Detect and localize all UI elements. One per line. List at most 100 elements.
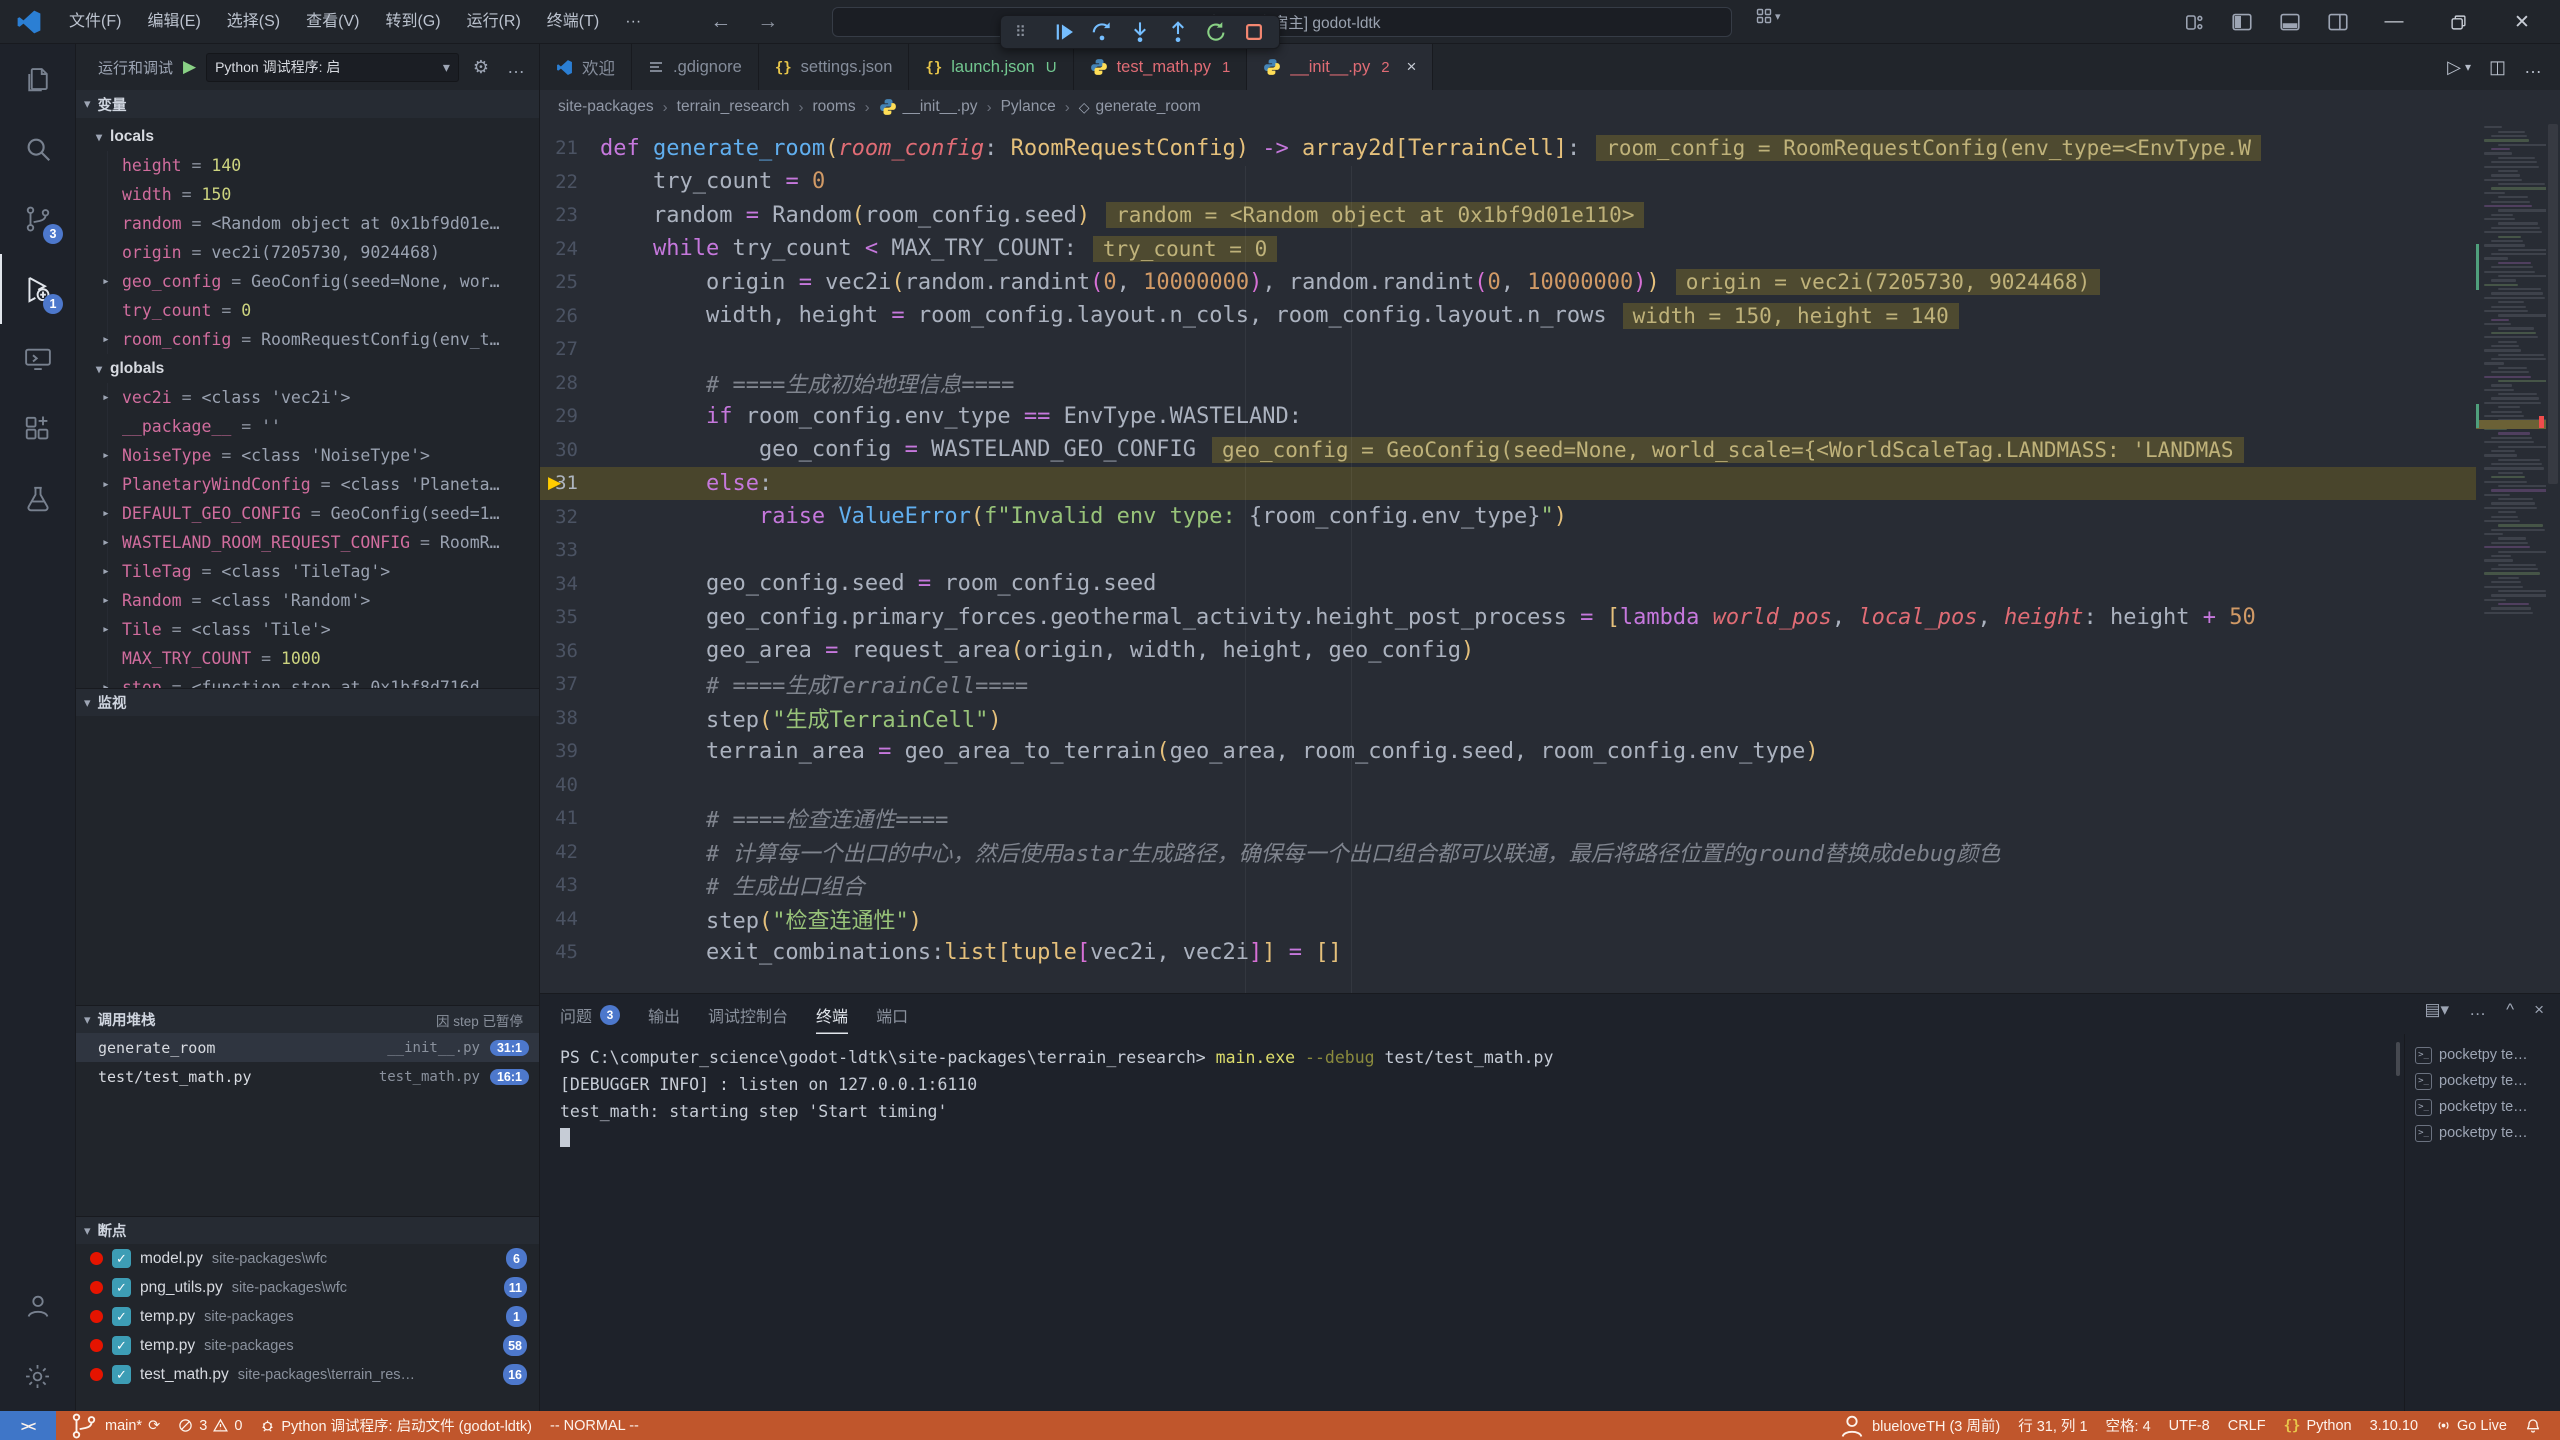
debug-config-dropdown[interactable]: Python 调试程序: 启▾: [206, 53, 459, 82]
variable-row[interactable]: ▸vec2i = <class 'vec2i'>: [76, 383, 539, 412]
line-number[interactable]: 35: [540, 606, 600, 628]
line-number[interactable]: 30: [540, 439, 600, 461]
code-line-44[interactable]: 44 step("检查连通性"): [540, 902, 2476, 936]
variable-row[interactable]: ▸Tile = <class 'Tile'>: [76, 615, 539, 644]
panel-tab-端口[interactable]: 端口: [876, 994, 908, 1034]
terminal-instance[interactable]: >_pocketpy te…: [2405, 1094, 2560, 1120]
statusbar-encoding[interactable]: UTF-8: [2160, 1411, 2219, 1440]
breakpoints-section-header[interactable]: ▾ 断点: [76, 1216, 539, 1244]
expand-chevron-icon[interactable]: ▸: [102, 274, 110, 289]
breadcrumb-item[interactable]: __init__.py: [879, 98, 978, 116]
code-line-33[interactable]: 33: [540, 534, 2476, 568]
editor[interactable]: 2021def generate_room(room_config: RoomR…: [540, 124, 2560, 993]
variables-scope-globals[interactable]: ▾globals: [76, 354, 539, 383]
variable-row[interactable]: ▸Random = <class 'Random'>: [76, 586, 539, 615]
breakpoint-checkbox[interactable]: ✓: [112, 1365, 131, 1384]
line-number[interactable]: 38: [540, 707, 600, 729]
profile-grid-icon[interactable]: ▾: [1756, 8, 1781, 24]
code-line-37[interactable]: 37 # ====生成TerrainCell====: [540, 668, 2476, 702]
panel-tab-终端[interactable]: 终端: [816, 994, 848, 1034]
menu-item[interactable]: 文件(F): [56, 7, 134, 37]
panel-close-icon[interactable]: ×: [2534, 1000, 2544, 1020]
statusbar-indentation[interactable]: 空格: 4: [2097, 1411, 2160, 1440]
expand-chevron-icon[interactable]: ▸: [102, 506, 110, 521]
variable-row[interactable]: ▸room_config = RoomRequestConfig(env_t…: [76, 325, 539, 354]
breadcrumb[interactable]: site-packages›terrain_research›rooms›__i…: [540, 90, 2560, 124]
editor-more-icon[interactable]: …: [2524, 57, 2542, 78]
nav-back-icon[interactable]: ←: [710, 10, 731, 34]
breakpoint-row[interactable]: ✓temp.pysite-packages58: [76, 1331, 539, 1360]
toggle-panel-icon[interactable]: [2270, 6, 2310, 38]
terminal-instance[interactable]: >_pocketpy te…: [2405, 1120, 2560, 1146]
statusbar-debug-session[interactable]: Python 调试程序: 启动文件 (godot-ldtk): [251, 1411, 541, 1440]
command-center-search[interactable]: [扩展开发宿主] godot-ldtk: [832, 7, 1732, 37]
variable-row[interactable]: ▸WASTELAND_ROOM_REQUEST_CONFIG = RoomR…: [76, 528, 539, 557]
variable-row[interactable]: ▸DEFAULT_GEO_CONFIG = GeoConfig(seed=1…: [76, 499, 539, 528]
statusbar-git-branch[interactable]: main*⟳: [60, 1411, 169, 1440]
tab-launch.json[interactable]: {}launch.jsonU: [909, 44, 1073, 90]
tab-__init__.py[interactable]: __init__.py2×: [1247, 44, 1433, 90]
variable-row[interactable]: try_count = 0: [76, 296, 539, 325]
menu-item[interactable]: 终端(T): [534, 7, 612, 37]
line-number[interactable]: 42: [540, 841, 600, 863]
menu-item[interactable]: 选择(S): [214, 7, 293, 37]
code-line-38[interactable]: 38 step("生成TerrainCell"): [540, 701, 2476, 735]
menu-item[interactable]: 编辑(E): [134, 7, 213, 37]
variable-row[interactable]: ▸stop = <function stop at 0x1bf8d716d…: [76, 673, 539, 688]
tab-test_math.py[interactable]: test_math.py1: [1074, 44, 1248, 90]
callstack-section-header[interactable]: ▾ 调用堆栈 因 step 已暂停: [76, 1005, 539, 1033]
variable-row[interactable]: ▸geo_config = GeoConfig(seed=None, wor…: [76, 267, 539, 296]
sidebar-more-icon[interactable]: …: [503, 57, 529, 78]
breakpoint-checkbox[interactable]: ✓: [112, 1307, 131, 1326]
menu-item[interactable]: 运行(R): [454, 7, 534, 37]
code-line-40[interactable]: 40: [540, 768, 2476, 802]
line-number[interactable]: 39: [540, 740, 600, 762]
activity-testing-icon[interactable]: [0, 464, 75, 534]
breadcrumb-item[interactable]: ◇generate_room: [1079, 98, 1201, 116]
split-editor-icon[interactable]: ◫: [2489, 57, 2506, 78]
variable-row[interactable]: MAX_TRY_COUNT = 1000: [76, 644, 539, 673]
menu-item[interactable]: 转到(G): [372, 7, 453, 37]
debug-restart-icon[interactable]: [1199, 18, 1233, 46]
editor-scrollbar[interactable]: [2546, 124, 2560, 993]
remote-indicator[interactable]: ><: [0, 1411, 56, 1440]
expand-chevron-icon[interactable]: ▸: [102, 477, 110, 492]
statusbar-cursor-position[interactable]: 行 31, 列 1: [2009, 1411, 2096, 1440]
breakpoint-row[interactable]: ✓temp.pysite-packages1: [76, 1302, 539, 1331]
variable-row[interactable]: width = 150: [76, 180, 539, 209]
line-number[interactable]: 40: [540, 774, 600, 796]
expand-chevron-icon[interactable]: ▸: [102, 448, 110, 463]
line-number[interactable]: 34: [540, 573, 600, 595]
callstack-frame[interactable]: generate_room__init__.py31:1: [76, 1033, 539, 1062]
breakpoint-row[interactable]: ✓test_math.pysite-packages\terrain_res…1…: [76, 1360, 539, 1389]
breakpoint-checkbox[interactable]: ✓: [112, 1336, 131, 1355]
variable-row[interactable]: random = <Random object at 0x1bf9d01e…: [76, 209, 539, 238]
line-number[interactable]: 28: [540, 372, 600, 394]
toggle-secondary-sidebar-icon[interactable]: [2318, 6, 2358, 38]
variables-section-header[interactable]: ▾ 变量: [76, 90, 539, 118]
variable-row[interactable]: origin = vec2i(7205730, 9024468): [76, 238, 539, 267]
launch-settings-gear-icon[interactable]: ⚙: [469, 57, 493, 78]
debug-step-out-icon[interactable]: [1161, 18, 1195, 46]
line-number[interactable]: 24: [540, 238, 600, 260]
callstack-frame[interactable]: test/test_math.pytest_math.py16:1: [76, 1062, 539, 1091]
statusbar-eol[interactable]: CRLF: [2219, 1411, 2275, 1440]
code-line-39[interactable]: 39 terrain_area = geo_area_to_terrain(ge…: [540, 735, 2476, 769]
line-number[interactable]: 45: [540, 941, 600, 963]
terminal-instance[interactable]: >_pocketpy te…: [2405, 1068, 2560, 1094]
line-number[interactable]: 33: [540, 539, 600, 561]
customize-layout-icon[interactable]: [2174, 6, 2214, 38]
statusbar-git-blame[interactable]: blueloveTH (3 周前): [1829, 1411, 2009, 1440]
line-number[interactable]: 44: [540, 908, 600, 930]
variable-row[interactable]: height = 140: [76, 151, 539, 180]
breakpoint-row[interactable]: ✓png_utils.pysite-packages\wfc11: [76, 1273, 539, 1302]
expand-chevron-icon[interactable]: ▸: [102, 564, 110, 579]
code-line-23[interactable]: 23 random = Random(room_config.seed)rand…: [540, 199, 2476, 233]
terminal-instance[interactable]: >_pocketpy te…: [2405, 1042, 2560, 1068]
breadcrumb-item[interactable]: site-packages: [558, 98, 654, 116]
statusbar-vim-mode[interactable]: -- NORMAL --: [541, 1411, 648, 1440]
debug-step-into-icon[interactable]: [1123, 18, 1157, 46]
tab-.gdignore[interactable]: .gdignore: [632, 44, 759, 90]
tab-settings.json[interactable]: {}settings.json: [759, 44, 910, 90]
run-python-file-icon[interactable]: ▷: [2447, 57, 2461, 78]
